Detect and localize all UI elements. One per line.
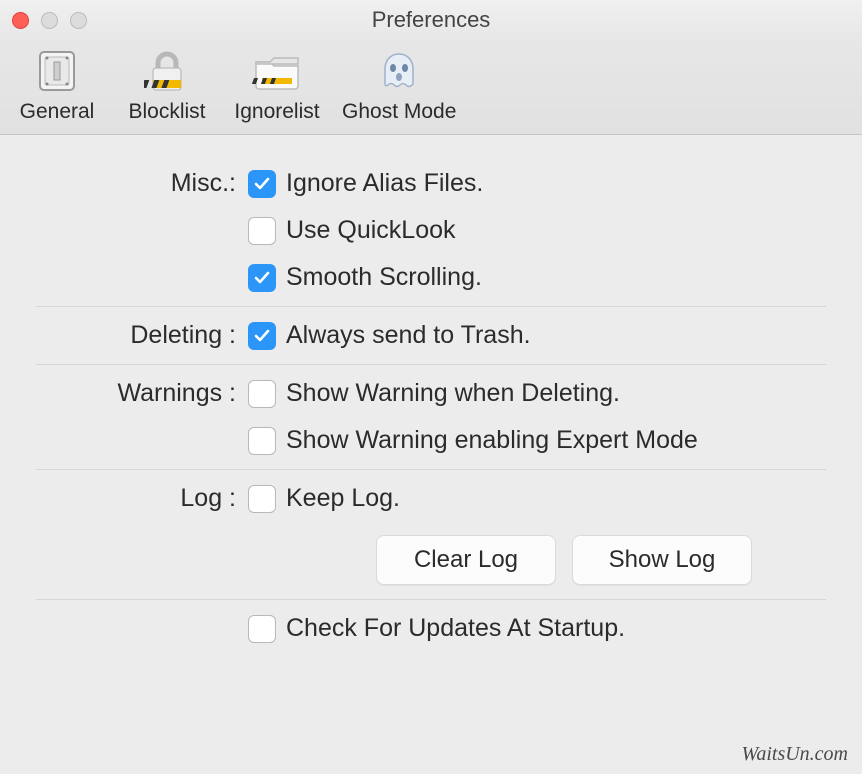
folder-icon bbox=[252, 46, 302, 96]
option-warn-expert-label: Show Warning enabling Expert Mode bbox=[286, 426, 698, 455]
ghost-icon bbox=[374, 46, 424, 96]
tab-general-label: General bbox=[20, 100, 95, 124]
close-button[interactable] bbox=[12, 12, 29, 29]
switch-icon bbox=[32, 46, 82, 96]
option-ignore-alias[interactable]: Ignore Alias Files. bbox=[248, 169, 826, 198]
section-warnings: Warnings : Show Warning when Deleting. S… bbox=[36, 364, 826, 469]
option-ignore-alias-label: Ignore Alias Files. bbox=[286, 169, 483, 198]
section-deleting-label: Deleting : bbox=[36, 321, 236, 350]
option-keep-log[interactable]: Keep Log. bbox=[248, 484, 826, 513]
section-updates: Check For Updates At Startup. bbox=[36, 599, 826, 657]
tab-general[interactable]: General bbox=[12, 46, 102, 124]
section-misc-label: Misc.: bbox=[36, 169, 236, 292]
option-always-trash-label: Always send to Trash. bbox=[286, 321, 531, 350]
option-warn-expert[interactable]: Show Warning enabling Expert Mode bbox=[248, 426, 826, 455]
section-warnings-label: Warnings : bbox=[36, 379, 236, 455]
minimize-button[interactable] bbox=[41, 12, 58, 29]
preferences-window: Preferences General bbox=[0, 0, 862, 774]
checkbox-smooth-scrolling[interactable] bbox=[248, 264, 276, 292]
section-log-label: Log : bbox=[36, 484, 236, 585]
tab-ignorelist-label: Ignorelist bbox=[234, 100, 319, 124]
option-warn-deleting-label: Show Warning when Deleting. bbox=[286, 379, 620, 408]
option-use-quicklook-label: Use QuickLook bbox=[286, 216, 456, 245]
checkbox-ignore-alias[interactable] bbox=[248, 170, 276, 198]
section-deleting: Deleting : Always send to Trash. bbox=[36, 306, 826, 364]
checkbox-check-updates[interactable] bbox=[248, 615, 276, 643]
watermark: WaitsUn.com bbox=[742, 743, 848, 766]
tab-ghost-mode[interactable]: Ghost Mode bbox=[342, 46, 456, 124]
titlebar: Preferences bbox=[0, 0, 862, 40]
option-always-trash[interactable]: Always send to Trash. bbox=[248, 321, 826, 350]
checkbox-use-quicklook[interactable] bbox=[248, 217, 276, 245]
checkbox-keep-log[interactable] bbox=[248, 485, 276, 513]
checkbox-warn-expert[interactable] bbox=[248, 427, 276, 455]
clear-log-button[interactable]: Clear Log bbox=[376, 535, 556, 585]
option-smooth-scrolling-label: Smooth Scrolling. bbox=[286, 263, 482, 292]
option-warn-deleting[interactable]: Show Warning when Deleting. bbox=[248, 379, 826, 408]
show-log-button[interactable]: Show Log bbox=[572, 535, 752, 585]
checkbox-warn-deleting[interactable] bbox=[248, 380, 276, 408]
toolbar: General Blocklist bbox=[0, 40, 862, 135]
option-use-quicklook[interactable]: Use QuickLook bbox=[248, 216, 826, 245]
option-check-updates-label: Check For Updates At Startup. bbox=[286, 614, 625, 643]
section-misc: Misc.: Ignore Alias Files. Use QuickLook bbox=[36, 155, 826, 306]
traffic-lights bbox=[12, 12, 87, 29]
tab-blocklist-label: Blocklist bbox=[128, 100, 205, 124]
window-title: Preferences bbox=[0, 7, 862, 33]
section-log: Log : Keep Log. Clear Log Show Log bbox=[36, 469, 826, 599]
option-check-updates[interactable]: Check For Updates At Startup. bbox=[248, 614, 826, 643]
tab-ghost-label: Ghost Mode bbox=[342, 100, 456, 124]
section-updates-label bbox=[36, 614, 236, 643]
tab-ignorelist[interactable]: Ignorelist bbox=[232, 46, 322, 124]
checkbox-always-trash[interactable] bbox=[248, 322, 276, 350]
tab-blocklist[interactable]: Blocklist bbox=[122, 46, 212, 124]
lock-icon bbox=[142, 46, 192, 96]
option-keep-log-label: Keep Log. bbox=[286, 484, 400, 513]
option-smooth-scrolling[interactable]: Smooth Scrolling. bbox=[248, 263, 826, 292]
content-area: Misc.: Ignore Alias Files. Use QuickLook bbox=[0, 135, 862, 657]
zoom-button[interactable] bbox=[70, 12, 87, 29]
